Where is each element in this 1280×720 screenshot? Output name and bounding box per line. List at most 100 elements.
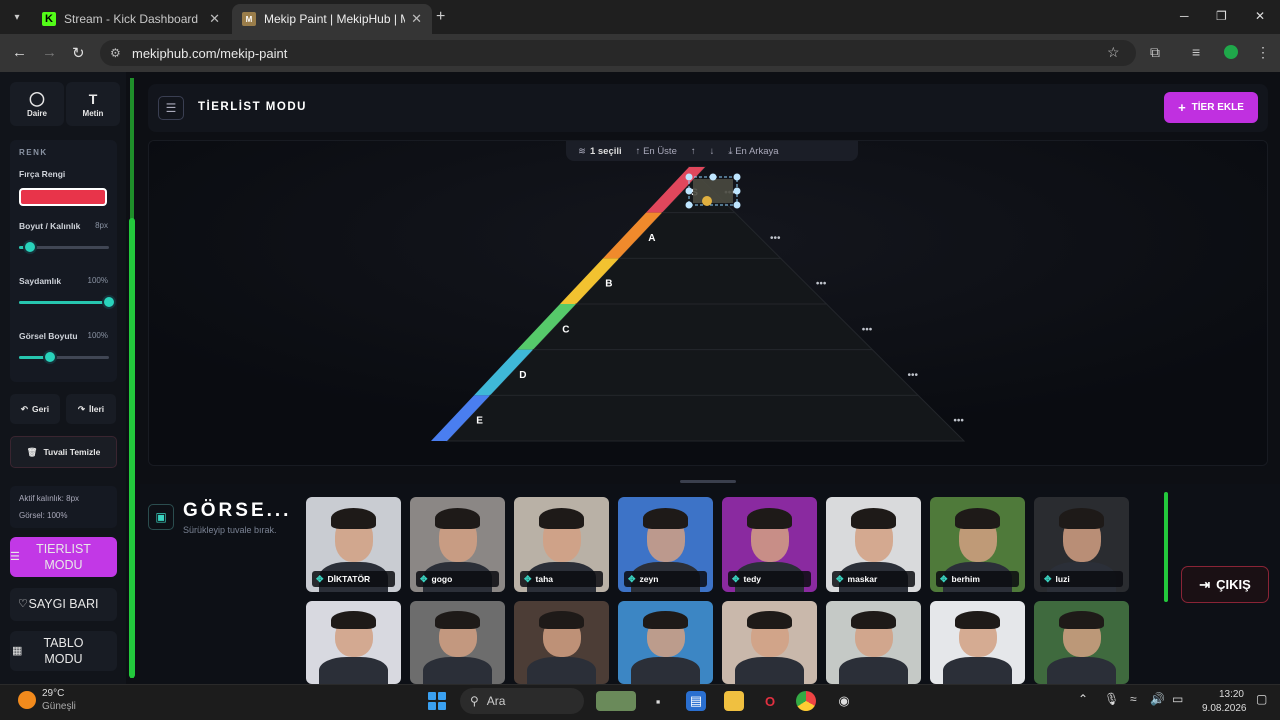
gallery-card[interactable] [826, 601, 921, 684]
gallery-card[interactable] [930, 601, 1025, 684]
send-to-back-button[interactable]: ⤓ En Arkaya [728, 146, 778, 157]
tab-mekip-paint[interactable]: M Mekip Paint | MekipHub | Mekip ✕ [232, 4, 432, 34]
task-view-icon[interactable]: ▪ [648, 691, 668, 711]
forward-button[interactable]: → [42, 44, 57, 61]
gallery-scrollbar[interactable] [1164, 492, 1168, 602]
image-size-slider[interactable] [19, 350, 109, 364]
minimize-button[interactable]: ─ [1180, 9, 1189, 23]
system-clock[interactable]: 13:20 9.08.2026 [1202, 688, 1247, 715]
chrome-icon[interactable] [796, 691, 816, 711]
gallery-card[interactable]: ✥ berhim [930, 497, 1025, 592]
app-icon[interactable]: ◉ [834, 691, 854, 711]
back-button[interactable]: ← [12, 44, 27, 61]
site-info-icon[interactable]: ⚙ [110, 46, 121, 60]
gallery-card[interactable]: ✥ tedy [722, 497, 817, 592]
url-field[interactable]: ⚙ mekiphub.com/mekip-paint [100, 40, 1136, 66]
chevron-up-icon[interactable]: ⌃ [1078, 692, 1088, 706]
gallery-card[interactable]: ✥ luzi [1034, 497, 1129, 592]
bookmark-star-icon[interactable]: ☆ [1107, 44, 1120, 61]
circle-tool-button[interactable]: ◯ Daire [10, 82, 64, 126]
tab-search-button[interactable]: ▾ [6, 7, 28, 27]
table-mode-button[interactable]: ▦ TABLO MODU [10, 631, 117, 671]
tier-menu-icon[interactable]: ••• [816, 279, 827, 290]
person-hair [746, 610, 793, 630]
undo-icon: ↶ [20, 403, 29, 414]
gallery-card[interactable] [410, 601, 505, 684]
tier-menu-icon[interactable]: ••• [862, 324, 873, 335]
add-tier-button[interactable]: + TİER EKLE [1164, 92, 1258, 123]
size-slider-handle[interactable] [23, 240, 37, 254]
respect-bar-button[interactable]: ♡ SAYGI BARI [10, 588, 117, 621]
text-tool-button[interactable]: T Metin [66, 82, 120, 126]
battery-icon[interactable]: ▭ [1172, 692, 1183, 706]
undo-button[interactable]: ↶ Geri [10, 394, 60, 424]
file-explorer-icon[interactable] [724, 691, 744, 711]
resize-handle[interactable] [685, 187, 693, 195]
opacity-slider-handle[interactable] [102, 295, 116, 309]
start-button[interactable] [428, 692, 446, 710]
close-window-button[interactable]: ✕ [1255, 9, 1265, 23]
maximize-button[interactable]: ❐ [1216, 9, 1227, 23]
gallery-card[interactable]: ✥ taha [514, 497, 609, 592]
size-slider[interactable] [19, 240, 109, 254]
media-control-icon[interactable]: ≡ [1192, 44, 1200, 60]
extensions-icon[interactable]: ⧉ [1150, 44, 1160, 61]
resize-handle[interactable] [733, 173, 741, 181]
redo-button[interactable]: ↷ İleri [66, 394, 116, 424]
gallery-card[interactable] [306, 601, 401, 684]
bring-to-front-button[interactable]: ↑ En Üste [636, 146, 677, 157]
move-down-button[interactable]: ↓ [710, 146, 715, 157]
microphone-icon[interactable]: 🎙 [1104, 692, 1119, 706]
gallery-card[interactable]: ✥ maskar [826, 497, 921, 592]
list-icon: ☰ [10, 550, 20, 563]
sidebar-scrollbar[interactable] [129, 78, 135, 678]
clear-canvas-button[interactable]: 🗑 Tuvali Temizle [10, 436, 117, 468]
gallery-card[interactable]: ✥ zeyn [618, 497, 713, 592]
drawing-canvas[interactable]: S•••A•••B•••C•••D•••E••• [148, 140, 1268, 466]
tier-menu-icon[interactable]: ••• [770, 233, 781, 244]
weather-sun-icon[interactable] [18, 691, 36, 709]
tier-row[interactable] [531, 303, 874, 351]
volume-icon[interactable]: 🔊 [1150, 692, 1165, 706]
widgets-icon[interactable] [596, 691, 636, 711]
reload-button[interactable]: ↻ [72, 44, 85, 62]
resize-handle[interactable] [733, 201, 741, 209]
tier-menu-icon[interactable]: ••• [953, 416, 964, 427]
gallery-card[interactable]: ✥ gogo [410, 497, 505, 592]
resize-handle[interactable] [685, 173, 693, 181]
tab-kick-dashboard[interactable]: K Stream - Kick Dashboard ✕ [32, 4, 230, 34]
close-icon[interactable]: ✕ [209, 11, 220, 27]
resize-handle[interactable] [733, 187, 741, 195]
tierlist-mode-button[interactable]: ☰ TIERLIST MODU [10, 537, 117, 577]
resize-handle[interactable] [709, 173, 717, 181]
exit-button[interactable]: ⇥ ÇIKIŞ [1181, 566, 1269, 603]
gallery-card[interactable]: ✥ DİKTATÖR [306, 497, 401, 592]
tier-menu-icon[interactable]: ••• [908, 370, 919, 381]
tier-row[interactable] [445, 394, 966, 442]
tier-pyramid[interactable]: S•••A•••B•••C•••D•••E••• [149, 141, 1268, 466]
gallery-card[interactable] [1034, 601, 1129, 684]
image-size-slider-handle[interactable] [43, 350, 57, 364]
profile-avatar[interactable] [1224, 45, 1238, 59]
gallery-card[interactable] [514, 601, 609, 684]
tier-label: A [648, 233, 655, 244]
opera-icon[interactable]: O [760, 691, 780, 711]
move-up-button[interactable]: ↑ [691, 146, 696, 157]
taskbar-search[interactable]: ⚲ Ara [460, 688, 584, 714]
store-icon[interactable]: ▤ [686, 691, 706, 711]
close-icon[interactable]: ✕ [411, 11, 422, 27]
brush-color-swatch[interactable] [19, 188, 107, 206]
gallery-card[interactable] [722, 601, 817, 684]
new-tab-button[interactable]: + [436, 8, 445, 26]
resize-handle[interactable] [685, 201, 693, 209]
opacity-slider[interactable] [19, 295, 116, 309]
browser-menu-icon[interactable]: ⋮ [1256, 44, 1270, 61]
move-icon: ✥ [836, 573, 844, 584]
tier-row[interactable] [488, 349, 920, 396]
grid-icon: ▦ [12, 644, 23, 657]
selected-image[interactable] [693, 179, 733, 203]
wifi-icon[interactable]: ≈ [1130, 692, 1137, 706]
notification-icon[interactable]: ▢ [1256, 692, 1267, 706]
gallery-card[interactable] [618, 601, 713, 684]
panel-resize-handle[interactable] [680, 480, 736, 483]
